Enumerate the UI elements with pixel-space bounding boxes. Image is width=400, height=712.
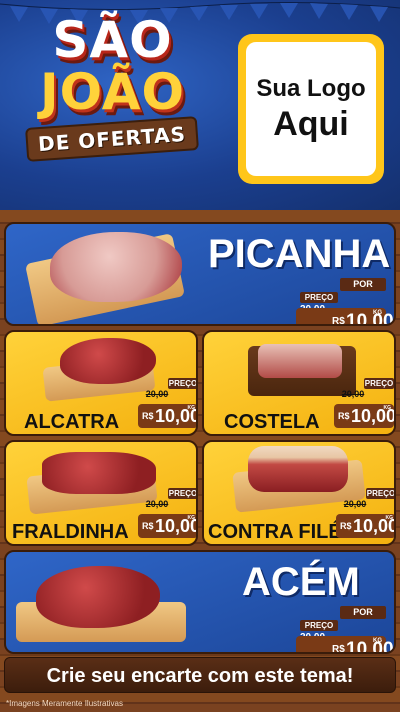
cta-banner[interactable]: Crie seu encarte com este tema! [4,657,396,693]
product-card-acem: ACÉM POR PREÇO 20,00 R$ 10,00 KG [4,550,396,654]
unit-kg: KG [373,310,382,316]
title-sao-joao-de-ofertas: SÃO JOÃO DE OFERTAS [10,11,215,162]
preco-label: PREÇO [364,378,394,389]
preco-label: PREÇO [300,620,338,631]
title-line-1: SÃO [52,11,173,69]
product-card-alcatra: ALCATRA PREÇO 20,00 R$ 10,00 KG [4,330,198,436]
price-box: R$ 10,00 KG [138,404,196,428]
costela-image [258,344,342,378]
old-price: 20,00 [343,499,367,509]
preco-label: PREÇO [168,488,198,499]
acem-image [36,566,160,628]
unit-kg: KG [187,515,196,521]
product-card-contra-file: CONTRA FILÉ PREÇO 20,00 R$ 10,00 KG [202,440,396,546]
header: SÃO JOÃO DE OFERTAS Sua Logo Aqui [0,0,400,210]
price-box: R$ 10,00 KG [296,308,394,326]
old-price: 20,00 [341,389,365,399]
product-name: ALCATRA [24,411,120,433]
preco-label: PREÇO [300,292,338,303]
logo-line-1: Sua Logo [256,74,366,102]
price-box: R$ 10,00 KG [334,404,394,428]
product-name: COSTELA [224,411,320,433]
unit-kg: KG [187,405,196,411]
currency: R$ [142,411,154,421]
price-tag: POR PREÇO 20,00 R$ 10,00 KG [296,278,394,326]
currency: R$ [340,521,352,531]
picanha-image [50,232,182,302]
price-tag: PREÇO 20,00 R$ 10,00 KG [336,488,396,538]
price-tag: PREÇO 20,00 R$ 10,00 KG [334,378,394,428]
currency: R$ [142,521,154,531]
unit-kg: KG [373,638,382,644]
product-card-costela: COSTELA PREÇO 20,00 R$ 10,00 KG [202,330,396,436]
product-card-picanha: PICANHA POR PREÇO 20,00 R$ 10,00 KG [4,222,396,326]
unit-kg: KG [385,515,394,521]
logo-placeholder: Sua Logo Aqui [238,34,384,184]
currency: R$ [338,411,350,421]
price-value: 10,00 [346,639,394,654]
price-box: R$ 10,00 KG [336,514,394,538]
title-line-3: DE OFERTAS [25,116,200,162]
por-label: POR [340,606,386,619]
contra-file-image [248,446,348,492]
product-card-fraldinha: FRALDINHA PREÇO 20,00 R$ 10,00 KG [4,440,198,546]
title-line-2: JOÃO [40,63,185,121]
preco-label: PREÇO [366,488,396,499]
preco-label: PREÇO [168,378,198,389]
footnote: *Imagens Meramente Ilustrativas [6,699,123,708]
price-tag: POR PREÇO 20,00 R$ 10,00 KG [296,606,394,654]
old-price: 20,00 [145,389,169,399]
price-tag: PREÇO 20,00 R$ 10,00 KG [138,488,198,538]
price-tag: PREÇO 20,00 R$ 10,00 KG [138,378,198,428]
product-name: ACÉM [242,560,360,604]
flyer: SÃO JOÃO DE OFERTAS Sua Logo Aqui PICANH… [0,0,400,712]
product-name: CONTRA FILÉ [208,521,342,543]
product-name: PICANHA [208,232,391,276]
por-label: POR [340,278,386,291]
product-name: FRALDINHA [12,521,129,543]
price-value: 10,00 [346,311,394,326]
price-box: R$ 10,00 KG [138,514,196,538]
logo-line-2: Aqui [273,104,349,143]
old-price: 20,00 [145,499,169,509]
price-box: R$ 10,00 KG [296,636,394,654]
currency: R$ [332,316,345,326]
currency: R$ [332,644,345,654]
unit-kg: KG [383,405,392,411]
